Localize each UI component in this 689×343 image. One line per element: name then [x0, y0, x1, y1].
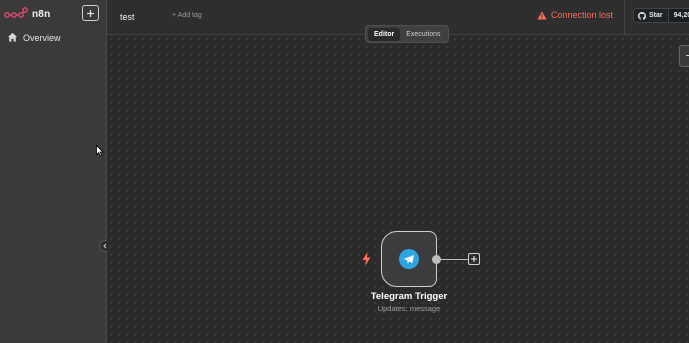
node-output-handle[interactable] [432, 255, 441, 264]
tab-executions[interactable]: Executions [400, 28, 446, 41]
warning-icon [537, 11, 547, 19]
app-logo[interactable]: n8n [4, 6, 50, 22]
workflow-name[interactable]: test [120, 12, 135, 22]
github-star-text: Star [649, 12, 663, 19]
telegram-icon [399, 249, 419, 269]
n8n-logo-icon [4, 7, 28, 18]
app-window: n8n Overview test + Add tag Connection l… [0, 0, 689, 343]
plus-icon [87, 9, 94, 17]
header-divider [624, 0, 625, 35]
mouse-cursor-icon [96, 144, 104, 162]
sidebar-item-label: Overview [23, 32, 61, 43]
home-icon [7, 32, 18, 42]
editor-mode-toggle: Editor Executions [365, 25, 450, 43]
connection-status-text: Connection lost [551, 10, 614, 20]
plus-icon [471, 256, 477, 262]
app-name: n8n [32, 8, 51, 20]
github-star-count: 94,20 [667, 8, 689, 23]
connection-status[interactable]: Connection lost [537, 10, 613, 20]
tab-editor[interactable]: Editor [368, 27, 401, 41]
github-icon [638, 11, 646, 20]
sidebar: n8n Overview [0, 0, 111, 343]
telegram-trigger-node[interactable] [381, 231, 437, 287]
github-star-label: Star [633, 8, 668, 23]
canvas-control-button[interactable] [679, 45, 689, 67]
sidebar-item-overview[interactable]: Overview [7, 32, 61, 43]
node-subtitle: Updates: message [377, 304, 441, 313]
github-star-button[interactable]: Star 94,20 [633, 8, 689, 23]
add-node-button[interactable] [468, 253, 480, 265]
node-title: Telegram Trigger [370, 291, 448, 302]
trigger-bolt-icon [362, 252, 371, 271]
connection-line [441, 259, 468, 260]
add-tag-link[interactable]: + Add tag [172, 12, 202, 19]
add-workflow-button[interactable] [82, 5, 99, 21]
